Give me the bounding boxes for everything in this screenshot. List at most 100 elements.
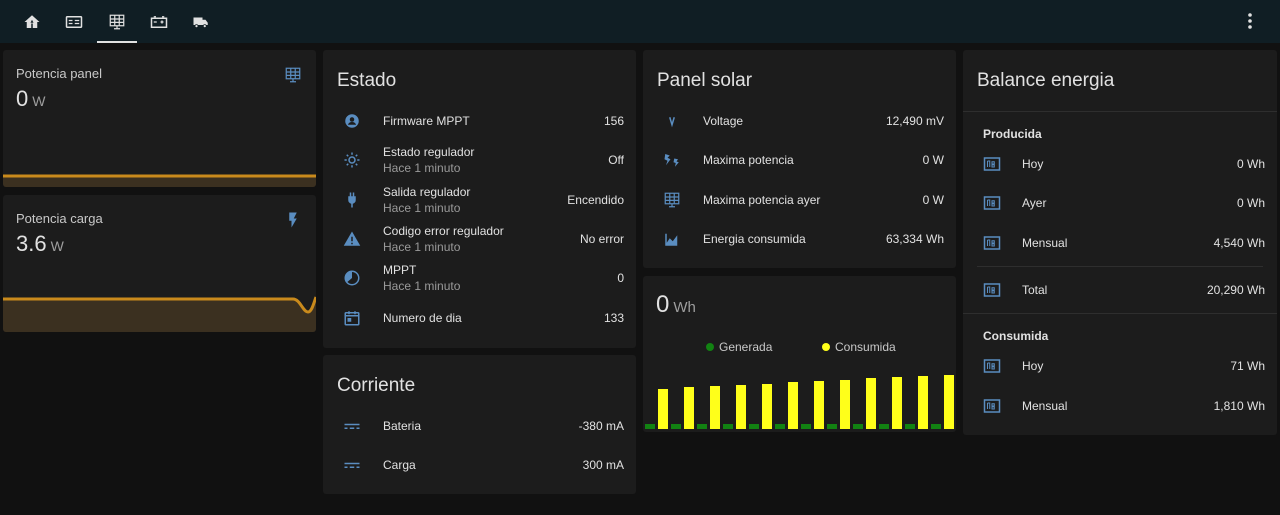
sensor-name: Potencia panel xyxy=(16,66,103,81)
divider xyxy=(977,266,1263,267)
inverter-icon xyxy=(65,15,83,28)
calendar-icon xyxy=(344,311,360,326)
balance-energia-card: Balance energia Producida Hoy 0 Wh Ayer … xyxy=(963,50,1277,435)
graph-value: 0 Wh xyxy=(656,291,696,318)
battery-icon xyxy=(150,15,168,28)
bar-consumida[interactable] xyxy=(840,380,850,429)
bar-generada[interactable] xyxy=(853,424,863,429)
tab-solar[interactable] xyxy=(97,0,137,43)
current-dc-icon xyxy=(344,423,360,429)
sensor-graph xyxy=(3,174,316,187)
entity-row[interactable]: Numero de dia 133 xyxy=(337,300,624,336)
tab-inverter[interactable] xyxy=(54,0,94,43)
estado-card: Estado Firmware MPPT 156 Estado regulado… xyxy=(323,50,636,348)
entity-row[interactable]: Estado regulador Hace 1 minuto Off xyxy=(337,142,624,178)
overflow-menu-button[interactable] xyxy=(1238,9,1262,33)
potencia-panel-card[interactable]: Potencia panel 0W xyxy=(3,50,316,187)
entity-row[interactable]: Ayer 0 Wh xyxy=(977,185,1265,221)
entity-row[interactable]: Hoy 71 Wh xyxy=(977,348,1265,384)
sensor-value: 0W xyxy=(16,86,46,111)
bar-generada[interactable] xyxy=(905,424,915,429)
section-label-consumida: Consumida xyxy=(983,329,1049,343)
entity-row[interactable]: Mensual 1,810 Wh xyxy=(977,388,1265,424)
card-title: Corriente xyxy=(337,375,416,396)
meter-icon xyxy=(983,196,1001,210)
current-dc-icon xyxy=(344,462,360,468)
entity-row[interactable]: Total 20,290 Wh xyxy=(977,272,1265,308)
energy-graph-card[interactable]: 0 Wh Generada Consumida xyxy=(643,276,956,432)
bar-generada[interactable] xyxy=(671,424,681,429)
bar-consumida[interactable] xyxy=(892,377,902,429)
solar-panel-icon xyxy=(109,14,125,29)
entity-row[interactable]: Voltage 12,490 mV xyxy=(657,103,944,139)
entity-row[interactable]: Salida regulador Hace 1 minuto Encendido xyxy=(337,182,624,218)
alert-icon xyxy=(343,231,361,246)
meter-icon xyxy=(983,236,1001,250)
entity-row[interactable]: Carga 300 mA xyxy=(337,447,624,483)
sensor-name: Potencia carga xyxy=(16,211,103,226)
entity-row[interactable]: Mensual 4,540 Wh xyxy=(977,225,1265,261)
potencia-carga-card[interactable]: Potencia carga 3.6 W xyxy=(3,195,316,332)
sensor-value: 3.6 W xyxy=(16,231,64,256)
entity-row[interactable]: Hoy 0 Wh xyxy=(977,146,1265,182)
plug-icon xyxy=(348,192,356,208)
bar-consumida[interactable] xyxy=(684,387,694,429)
bar-consumida[interactable] xyxy=(814,381,824,429)
bar-generada[interactable] xyxy=(645,424,655,429)
bar-generada[interactable] xyxy=(827,424,837,429)
bar-generada[interactable] xyxy=(723,424,733,429)
entity-row[interactable]: MPPT Hace 1 minuto 0 xyxy=(337,260,624,296)
bar-generada[interactable] xyxy=(879,424,889,429)
bar-generada[interactable] xyxy=(697,424,707,429)
card-title: Balance energia xyxy=(977,70,1115,91)
bar-generada[interactable] xyxy=(775,424,785,429)
entity-row[interactable]: Firmware MPPT 156 xyxy=(337,103,624,139)
tab-home[interactable] xyxy=(12,0,52,43)
entity-row[interactable]: Energia consumida 63,334 Wh xyxy=(657,221,944,257)
tab-battery[interactable] xyxy=(139,0,179,43)
card-title: Panel solar xyxy=(657,70,753,91)
top-app-bar xyxy=(0,0,1280,43)
entity-row[interactable]: Maxima potencia 0 W xyxy=(657,142,944,178)
chart-icon xyxy=(665,233,678,246)
section-label-producida: Producida xyxy=(983,127,1042,141)
gauge-icon xyxy=(344,270,360,286)
bar-consumida[interactable] xyxy=(866,378,876,429)
bar-consumida[interactable] xyxy=(788,382,798,429)
chip-icon xyxy=(345,114,359,128)
divider xyxy=(963,111,1277,112)
meter-icon xyxy=(983,399,1001,413)
corriente-card: Corriente Bateria -380 mA Carga 300 mA xyxy=(323,355,636,494)
bar-consumida[interactable] xyxy=(658,389,668,429)
card-title: Estado xyxy=(337,70,397,91)
bar-generada[interactable] xyxy=(931,424,941,429)
legend-item-consumida[interactable]: Consumida xyxy=(822,340,896,354)
bar-generada[interactable] xyxy=(749,424,759,429)
bar-consumida[interactable] xyxy=(736,385,746,429)
dots-vertical-icon xyxy=(1248,13,1252,29)
entity-row[interactable]: Codigo error regulador Hace 1 minuto No e… xyxy=(337,221,624,257)
divider xyxy=(963,313,1277,314)
solar-panel-icon xyxy=(664,192,680,208)
truck-icon xyxy=(193,17,208,28)
tab-truck[interactable] xyxy=(181,0,221,43)
legend-item-generada[interactable]: Generada xyxy=(706,340,772,354)
meter-icon xyxy=(983,359,1001,373)
power-icon xyxy=(664,154,679,167)
meter-icon xyxy=(983,283,1001,297)
bar-consumida[interactable] xyxy=(710,386,720,429)
sun-icon xyxy=(344,152,360,168)
bar-consumida[interactable] xyxy=(918,376,928,429)
home-icon xyxy=(24,14,40,28)
flash-icon xyxy=(289,212,297,228)
bar-generada[interactable] xyxy=(801,424,811,429)
volt-icon xyxy=(669,117,675,128)
meter-icon xyxy=(983,157,1001,171)
panel-solar-card: Panel solar Voltage 12,490 mV Maxima pot… xyxy=(643,50,956,268)
bar-consumida[interactable] xyxy=(762,384,772,429)
energy-bar-chart xyxy=(645,375,954,429)
entity-row[interactable]: Maxima potencia ayer 0 W xyxy=(657,182,944,218)
entity-row[interactable]: Bateria -380 mA xyxy=(337,408,624,444)
bar-consumida[interactable] xyxy=(944,375,954,429)
sensor-graph xyxy=(3,296,316,332)
